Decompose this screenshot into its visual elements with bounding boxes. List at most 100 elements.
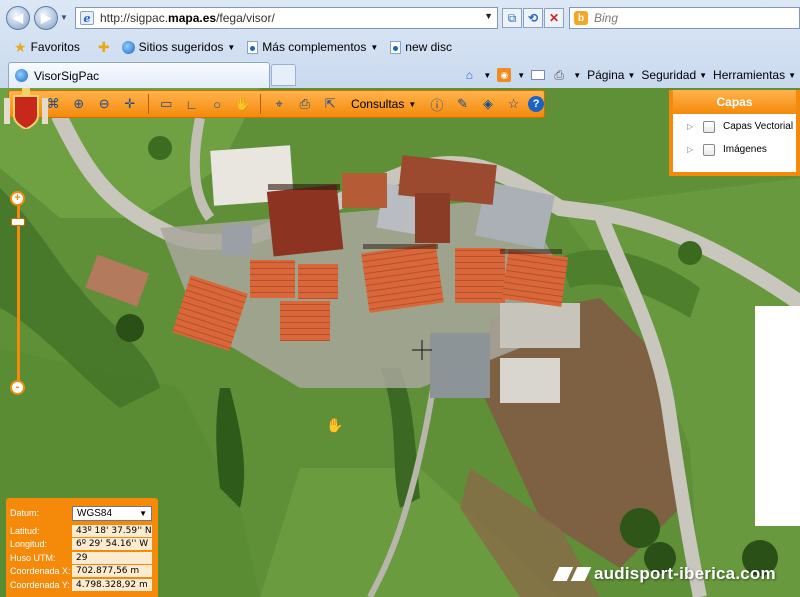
- utm-zone-row: Huso UTM: 29: [10, 551, 154, 565]
- datum-row: Datum: WGS84 ▼: [10, 504, 154, 522]
- coord-x-row: Coordenada X: 702.877,56 m: [10, 565, 154, 579]
- coord-x-label: Coordenada X:: [10, 566, 71, 577]
- search-input[interactable]: b Bing: [569, 7, 800, 29]
- measure-distance-icon[interactable]: ▭: [155, 93, 177, 115]
- map-viewer[interactable]: ✋ ⇦ ⌘ ⊕ ⊖ ✛ ▭ ∟ ○ ✋ ⌖ ⎙ ⇱ Consultas▼ ⓘ ✎…: [0, 88, 800, 597]
- latitude-value: 43º 18' 37.59'' N: [72, 524, 152, 537]
- datum-value: WGS84: [77, 507, 113, 519]
- chevron-down-icon: ▼: [139, 508, 147, 518]
- coordinates-panel: Datum: WGS84 ▼ Latitud: 43º 18' 37.59'' N…: [6, 498, 158, 597]
- stop-button[interactable]: ✕: [544, 8, 564, 28]
- home-icon[interactable]: ⌂: [461, 68, 477, 82]
- datum-select[interactable]: WGS84 ▼: [72, 505, 152, 521]
- favorites-button[interactable]: ★ Favoritos: [10, 37, 84, 58]
- fav-item-sitios-sugeridos[interactable]: Sitios sugeridos ▼: [118, 38, 240, 56]
- url-prefix: http://sigpac.: [100, 11, 169, 25]
- zoom-out-button[interactable]: -: [10, 380, 25, 395]
- add-favorite-icon: ✚: [97, 38, 110, 55]
- refresh-button[interactable]: ⟲: [523, 8, 543, 28]
- edit-tool-icon[interactable]: ✎: [452, 93, 474, 115]
- tab-row: VisorSigPac ⌂ ▼ ◉ ▼ ⎙ ▼ Página ▼ Seguridad ▼ …: [0, 60, 800, 88]
- latitude-label: Latitud:: [10, 525, 40, 536]
- zoom-in-tool-icon[interactable]: ⊕: [68, 93, 90, 115]
- zoom-out-tool-icon[interactable]: ⊖: [94, 93, 116, 115]
- latitude-row: Latitud: 43º 18' 37.59'' N: [10, 524, 154, 538]
- compatibility-icon: ⧉: [507, 10, 517, 25]
- layers-tool-icon[interactable]: ◈: [477, 93, 499, 115]
- back-button[interactable]: ◀: [6, 6, 30, 30]
- utm-zone-value: 29: [72, 551, 152, 564]
- favorites-label: Favoritos: [30, 40, 80, 54]
- tab-visorsigpac[interactable]: VisorSigPac: [8, 62, 270, 88]
- watermark-text: audisport-iberica.com: [594, 564, 776, 583]
- expand-arrow-icon[interactable]: ▷: [687, 122, 695, 131]
- layers-panel: Capas ▷ Capas Vectorial ▷ Imágenes: [669, 90, 800, 176]
- page-icon: [390, 40, 402, 54]
- menu-herramientas[interactable]: Herramientas ▼: [713, 68, 796, 82]
- chevron-down-icon: ▼: [227, 42, 236, 52]
- help-button[interactable]: ?: [528, 96, 544, 112]
- longitude-value: 6º 29' 54.16'' W: [72, 538, 152, 551]
- stop-icon: ✕: [548, 11, 560, 25]
- chevron-down-icon[interactable]: ▼: [573, 71, 581, 80]
- longitude-row: Longitud: 6º 29' 54.16'' W: [10, 538, 154, 552]
- pan-crosshair-icon[interactable]: ✛: [119, 93, 141, 115]
- fav-label: new disc: [405, 40, 452, 54]
- chevron-down-icon[interactable]: ▼: [517, 71, 525, 80]
- measure-circle-icon[interactable]: ○: [206, 93, 228, 115]
- forward-button[interactable]: ▶: [34, 6, 58, 30]
- expand-arrow-icon[interactable]: ▷: [687, 145, 695, 154]
- new-tab-button[interactable]: [271, 64, 296, 86]
- measure-area-icon[interactable]: ∟: [181, 93, 203, 115]
- zoom-in-button[interactable]: +: [10, 191, 25, 206]
- url-domain: mapa.es: [168, 11, 217, 25]
- longitude-label: Longitud:: [10, 539, 48, 550]
- coord-y-label: Coordenada Y:: [10, 579, 70, 590]
- print-map-icon[interactable]: ⎙: [294, 93, 316, 115]
- add-favorite-button[interactable]: ✚: [94, 37, 114, 58]
- blank-overlay: [755, 306, 800, 526]
- tab-title: VisorSigPac: [34, 68, 100, 83]
- coord-x-value: 702.877,56 m: [72, 565, 152, 578]
- fav-item-new-disc[interactable]: new disc: [386, 38, 456, 56]
- zoom-slider-track[interactable]: [17, 199, 20, 385]
- mail-icon[interactable]: [531, 70, 546, 80]
- chevron-down-icon[interactable]: ▼: [483, 71, 491, 80]
- feeds-icon[interactable]: ◉: [497, 68, 512, 82]
- svg-text:✋: ✋: [326, 417, 343, 434]
- ie-icon: [121, 40, 135, 54]
- page-ie-icon: e: [80, 11, 94, 25]
- history-dropdown-icon[interactable]: ▼: [60, 13, 68, 22]
- zoom-slider-thumb[interactable]: [11, 218, 25, 226]
- layer-item-imagenes[interactable]: ▷ Imágenes: [673, 139, 796, 160]
- favorite-star-icon[interactable]: ☆: [503, 93, 525, 115]
- layers-panel-title: Capas: [673, 90, 796, 114]
- watermark: audisport-iberica.com: [552, 564, 776, 584]
- chevron-down-icon: ▼: [699, 70, 708, 80]
- layer-checkbox[interactable]: [703, 120, 715, 133]
- address-dropdown-icon[interactable]: ▼: [484, 11, 493, 21]
- compatibility-view-button[interactable]: ⧉: [502, 8, 522, 28]
- favorites-bar: ★ Favoritos ✚ Sitios sugeridos ▼ Más com…: [0, 34, 800, 60]
- layer-label: Capas Vectorial: [723, 121, 794, 132]
- menu-seguridad[interactable]: Seguridad ▼: [641, 68, 707, 82]
- info-tool-icon[interactable]: ⓘ: [426, 93, 448, 115]
- consultas-menu-button[interactable]: Consultas ▼: [345, 97, 422, 111]
- layer-item-capas-vectorial[interactable]: ▷ Capas Vectorial: [673, 116, 796, 137]
- pan-hand-icon[interactable]: ✋: [232, 93, 254, 115]
- fav-label: Sitios sugeridos: [138, 40, 224, 54]
- fav-label: Más complementos: [262, 40, 367, 54]
- ie-icon: [15, 69, 28, 82]
- menu-pagina[interactable]: Página ▼: [587, 68, 635, 82]
- address-bar[interactable]: e http://sigpac.mapa.es/fega/visor/ ▼: [75, 7, 498, 29]
- layer-checkbox[interactable]: [703, 143, 715, 156]
- identify-tool-icon[interactable]: ⇱: [319, 93, 341, 115]
- url-suffix: /fega/visor/: [216, 11, 275, 25]
- url-text[interactable]: http://sigpac.mapa.es/fega/visor/: [100, 11, 275, 25]
- coordinates-tool-icon[interactable]: ⌖: [268, 93, 290, 115]
- chevron-down-icon: ▼: [408, 99, 417, 109]
- fav-item-mas-complementos[interactable]: Más complementos ▼: [243, 38, 382, 56]
- search-placeholder: Bing: [594, 11, 619, 25]
- favorites-star-icon: ★: [14, 38, 27, 55]
- print-icon[interactable]: ⎙: [551, 68, 567, 82]
